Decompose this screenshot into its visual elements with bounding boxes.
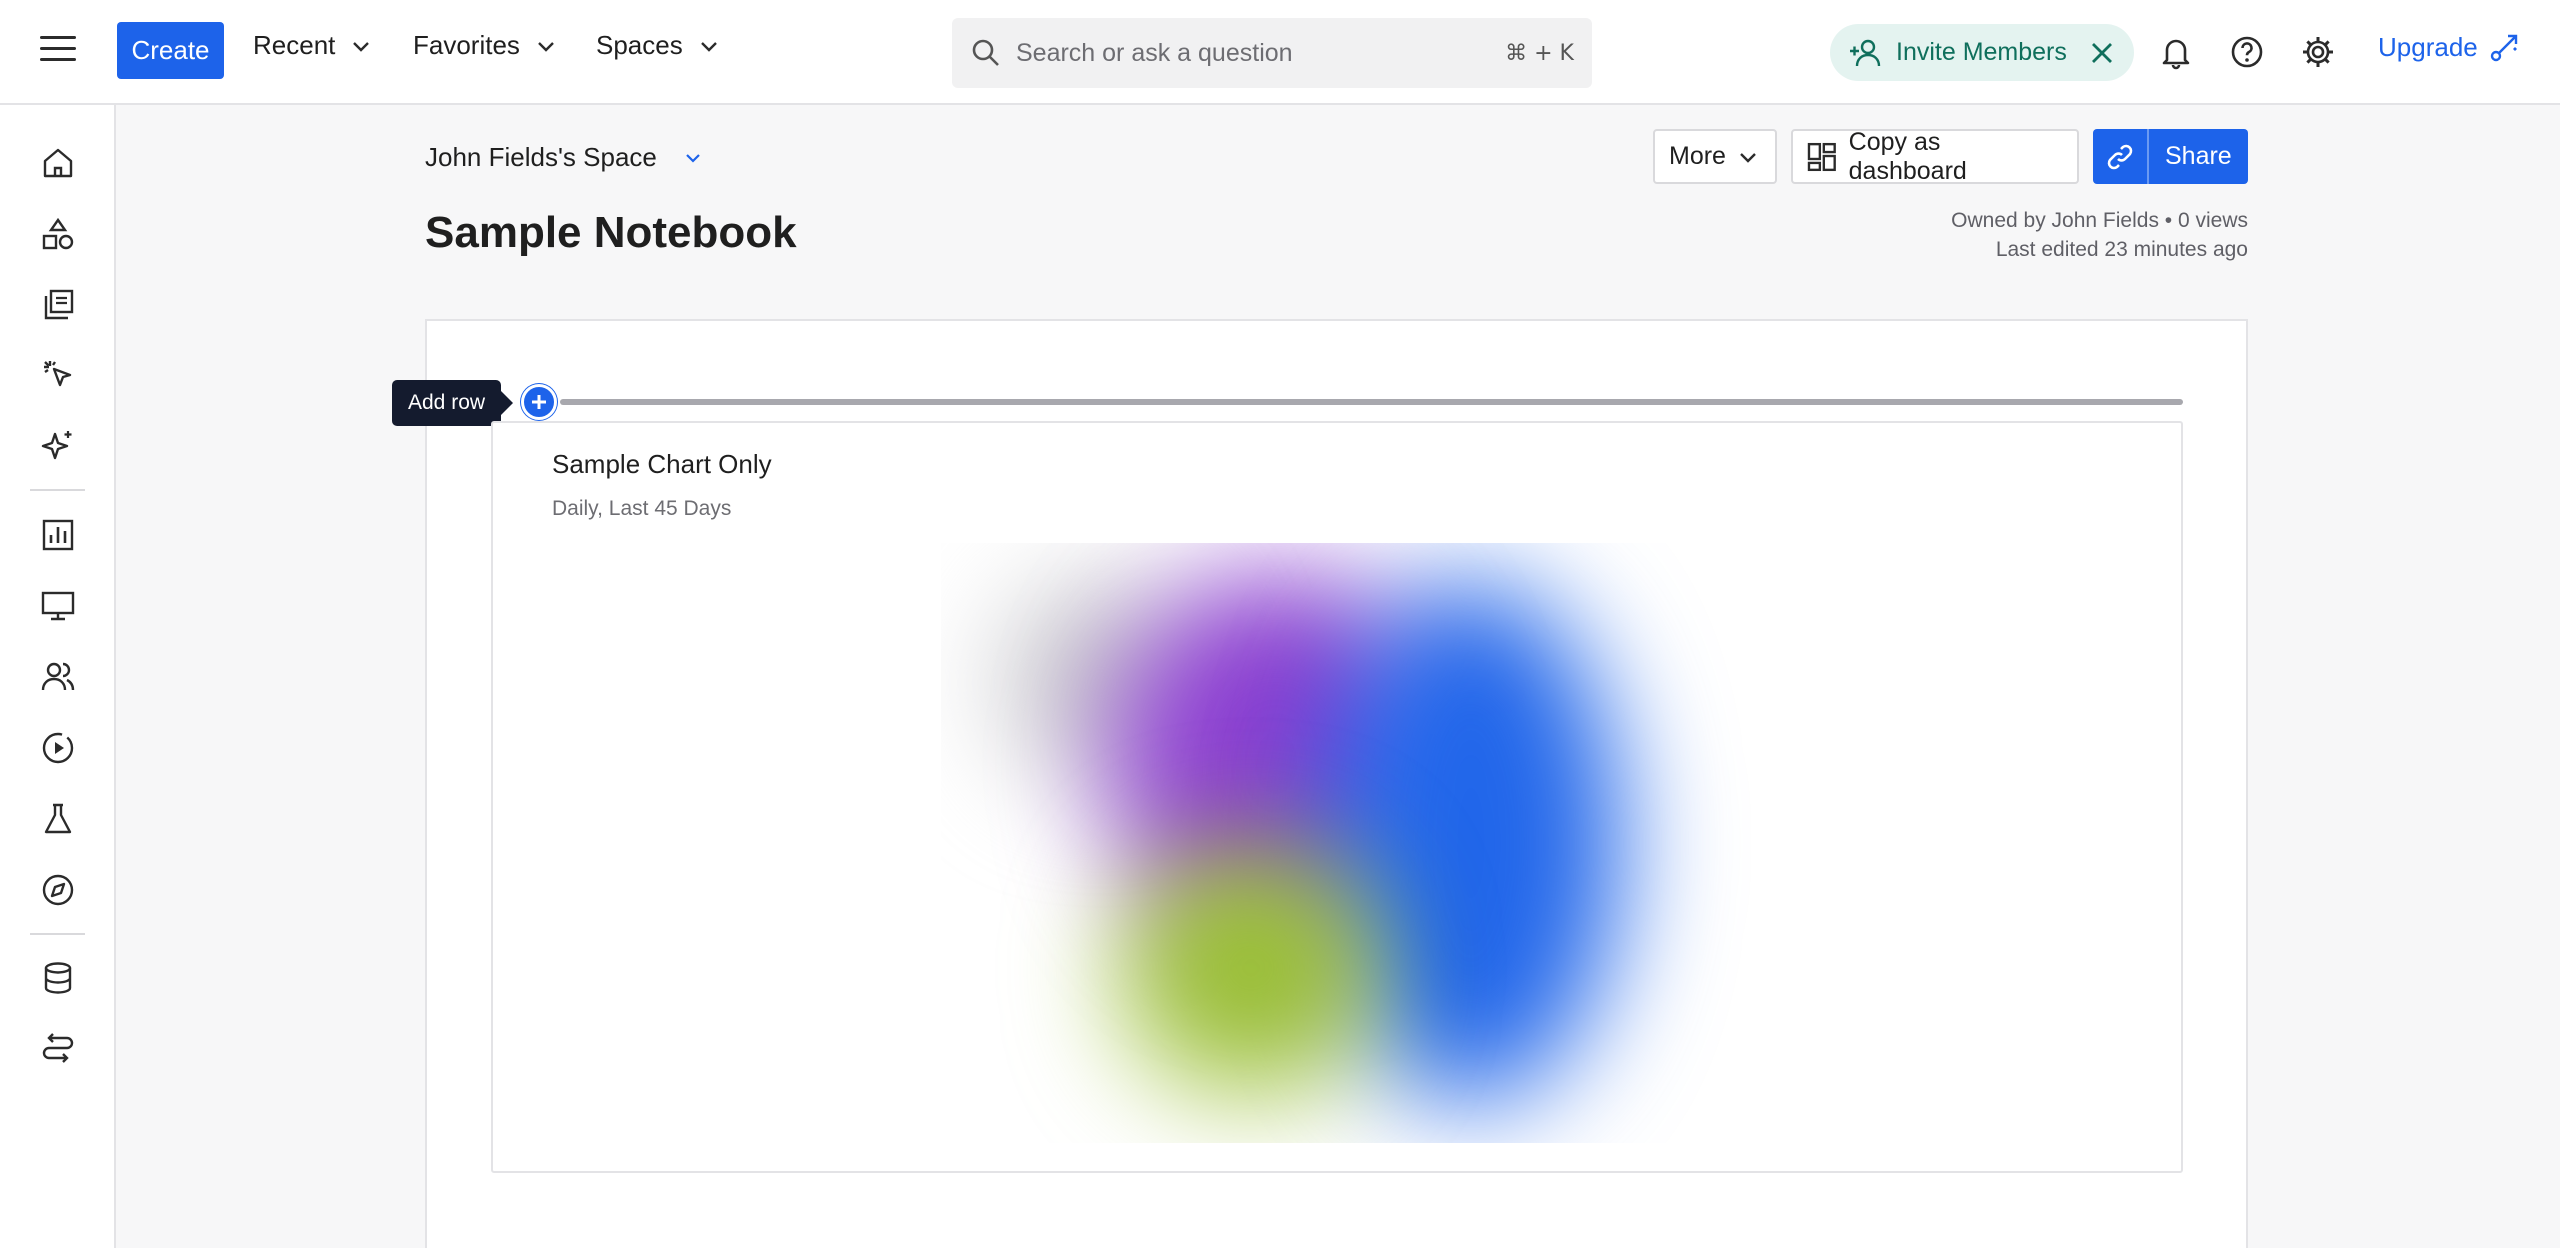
copy-link-button[interactable]: [2093, 129, 2149, 184]
menu-icon[interactable]: [40, 36, 76, 68]
notebook-meta: Owned by John Fields • 0 views Last edit…: [1951, 206, 2248, 264]
play-circle-icon[interactable]: [40, 730, 76, 766]
chart-icon[interactable]: [40, 517, 76, 553]
space-breadcrumb[interactable]: John Fields's Space: [425, 142, 701, 173]
compass-icon[interactable]: [40, 872, 76, 908]
space-name: John Fields's Space: [425, 142, 657, 172]
rail-divider: [30, 933, 85, 935]
chevron-down-icon: [353, 41, 370, 52]
sparkle-icon[interactable]: [40, 428, 76, 464]
last-edited: Last edited 23 minutes ago: [1995, 238, 2248, 261]
chevron-down-icon: [700, 41, 717, 52]
more-label: More: [1669, 142, 1726, 170]
share-button[interactable]: Share: [2149, 129, 2248, 184]
add-row-button[interactable]: [521, 384, 557, 420]
chart-card[interactable]: Sample Chart Only Daily, Last 45 Days: [491, 421, 2183, 1173]
chart-placeholder-image: [941, 543, 1761, 1143]
row-insert-line: [560, 399, 2183, 405]
database-icon[interactable]: [40, 960, 76, 996]
chart-card-title: Sample Chart Only: [552, 449, 772, 479]
chevron-down-icon: [1740, 152, 1756, 163]
gear-icon[interactable]: [2300, 34, 2336, 70]
more-button[interactable]: More: [1653, 129, 1777, 184]
search-icon: [972, 39, 999, 66]
link-icon: [2107, 144, 2133, 169]
library-icon[interactable]: [40, 287, 76, 323]
search-shortcut: ⌘ + K: [1505, 40, 1574, 66]
monitor-icon[interactable]: [40, 588, 76, 624]
rail-divider: [30, 489, 85, 491]
share-group: Share: [2093, 129, 2248, 184]
left-rail: [0, 105, 116, 1248]
upgrade-label: Upgrade: [2378, 31, 2478, 62]
nav-favorites-label: Favorites: [413, 30, 520, 60]
invite-members-label: Invite Members: [1896, 38, 2067, 66]
home-icon[interactable]: [40, 145, 76, 181]
plus-icon: [532, 395, 546, 409]
add-row-tooltip: Add row: [392, 380, 514, 426]
nav-spaces-label: Spaces: [596, 30, 683, 60]
nav-recent-label: Recent: [253, 30, 336, 60]
top-bar: Create Recent Favorites Spaces ⌘ + K Inv…: [0, 0, 2560, 105]
users-icon[interactable]: [40, 659, 76, 695]
bell-icon[interactable]: [2158, 34, 2194, 70]
nav-recent[interactable]: Recent: [253, 30, 371, 61]
flask-icon[interactable]: [40, 801, 76, 837]
search-bar[interactable]: ⌘ + K: [952, 18, 1592, 88]
invite-members-button[interactable]: Invite Members: [1830, 24, 2134, 81]
create-button[interactable]: Create: [117, 22, 224, 79]
add-user-icon: [1850, 39, 1881, 66]
search-input[interactable]: [1016, 38, 1506, 68]
page-title: Sample Notebook: [425, 208, 797, 257]
copy-as-dashboard-button[interactable]: Copy as dashboard: [1791, 127, 2079, 185]
nav-spaces[interactable]: Spaces: [596, 30, 719, 61]
chevron-down-icon: [538, 41, 554, 52]
chart-card-subtitle: Daily, Last 45 Days: [552, 497, 732, 520]
upgrade-button[interactable]: Upgrade: [2378, 30, 2522, 64]
shapes-icon[interactable]: [40, 217, 76, 253]
rocket-icon: [2490, 34, 2517, 62]
chevron-down-icon: [686, 153, 700, 163]
help-icon[interactable]: [2229, 34, 2265, 70]
dashboard-icon: [1807, 142, 1836, 171]
transform-icon[interactable]: [40, 1031, 76, 1067]
close-icon[interactable]: [2088, 39, 2116, 67]
nav-favorites[interactable]: Favorites: [413, 30, 556, 61]
owner-views: Owned by John Fields • 0 views: [1951, 209, 2248, 232]
chart-blob: [1121, 843, 1381, 1093]
copy-as-dashboard-label: Copy as dashboard: [1848, 127, 1967, 185]
click-icon[interactable]: [40, 357, 76, 393]
